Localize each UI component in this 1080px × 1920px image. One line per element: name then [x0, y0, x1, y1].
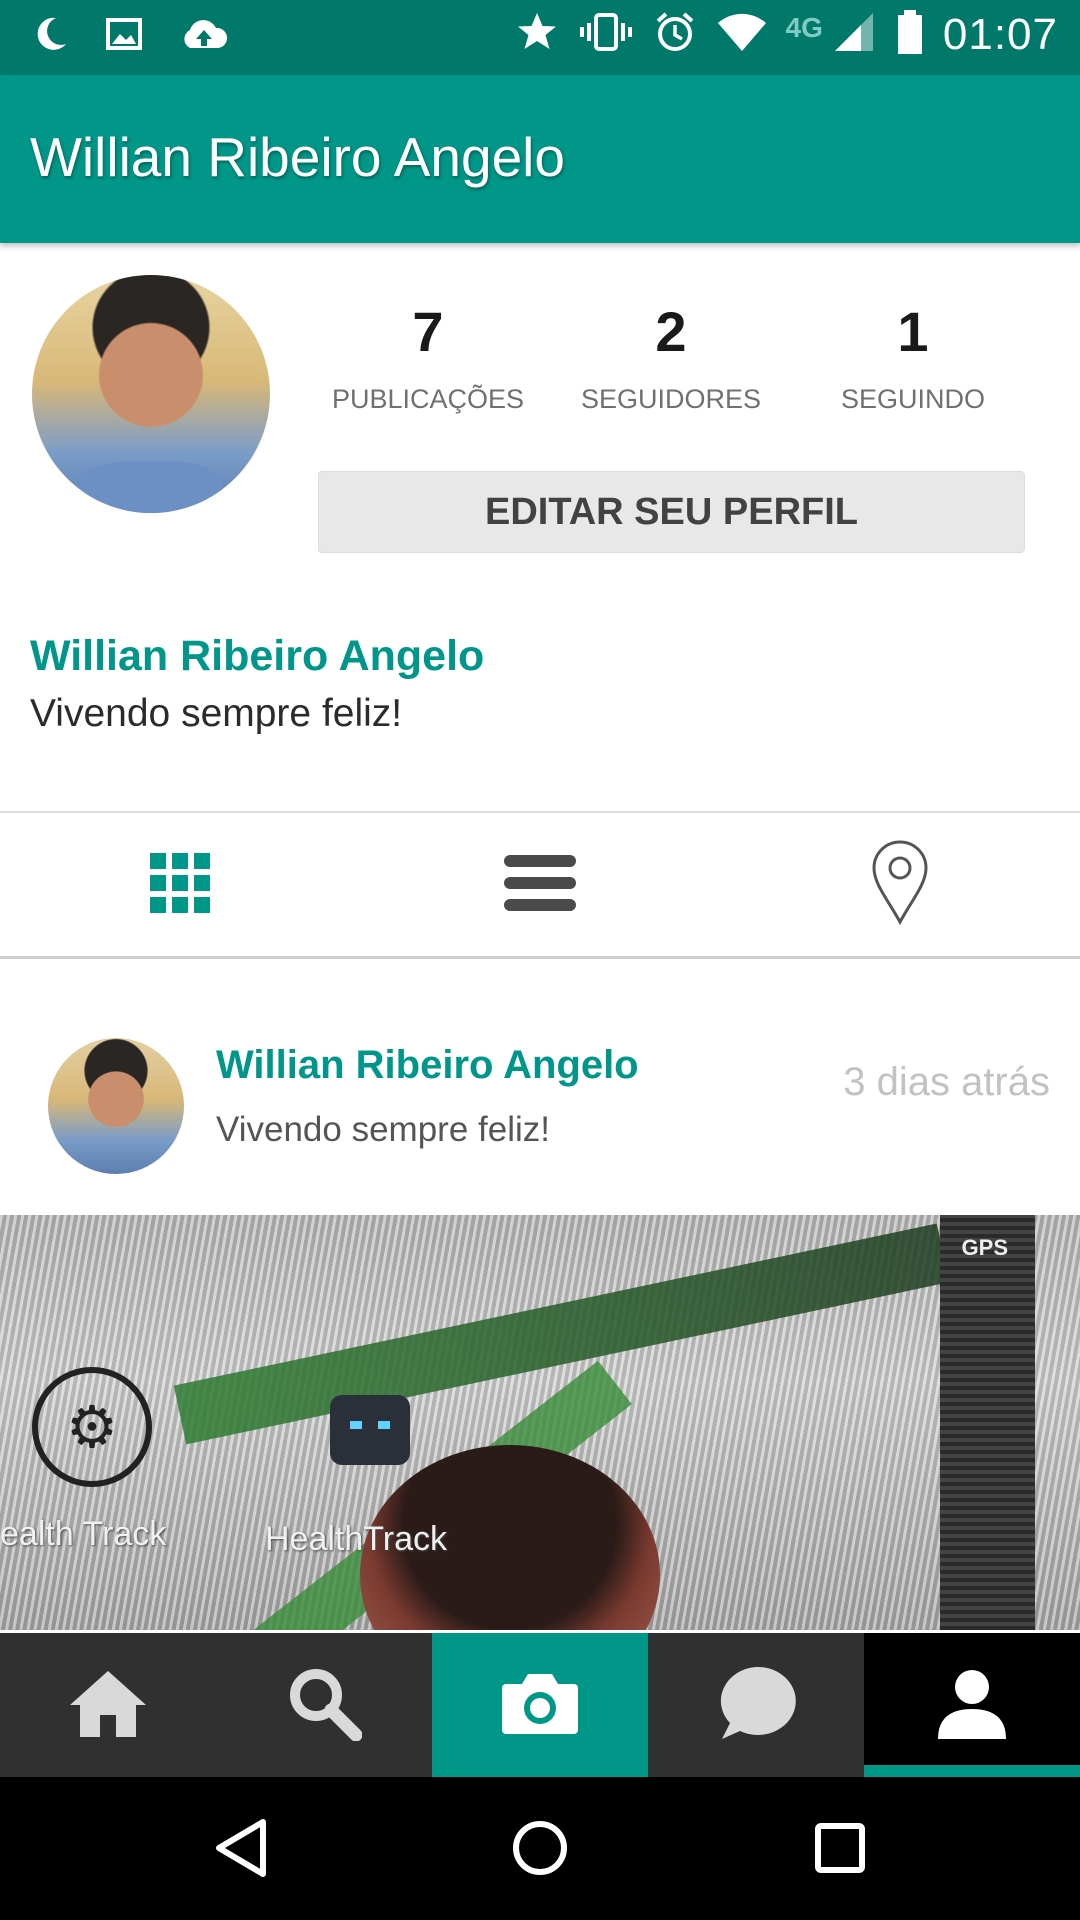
nav-search[interactable]: [216, 1633, 432, 1777]
tab-location-view[interactable]: [720, 813, 1080, 957]
app-bar: Willian Ribeiro Angelo: [0, 75, 1080, 243]
stat-following-count: 1: [897, 300, 929, 363]
stat-followers[interactable]: 2 SEGUIDORES: [561, 300, 781, 415]
robot-icon: [330, 1395, 410, 1465]
image-text-left: ealth Track: [0, 1515, 167, 1553]
camera-icon: [500, 1670, 580, 1741]
star-icon: [514, 9, 560, 60]
post-author-name[interactable]: Willian Ribeiro Angelo: [216, 1043, 639, 1088]
stat-publications[interactable]: 7 PUBLICAÇÕES: [318, 300, 538, 415]
recents-button[interactable]: [795, 1805, 885, 1895]
post-timestamp: 3 dias atrás: [843, 1060, 1050, 1104]
bottom-navigation: [0, 1633, 1080, 1777]
stat-followers-label: SEGUIDORES: [580, 384, 762, 414]
back-button[interactable]: [196, 1805, 286, 1895]
tab-list-view[interactable]: [360, 813, 720, 957]
list-icon: [502, 851, 578, 920]
view-tabs: [0, 813, 1080, 957]
stat-following-label: SEGUINDO: [840, 384, 986, 414]
nav-camera[interactable]: [432, 1633, 648, 1777]
image-gps-label: GPS: [961, 1235, 1008, 1260]
stat-publications-label: PUBLICAÇÕES: [331, 384, 525, 414]
grid-icon: [148, 851, 212, 920]
chat-bubble-icon: [716, 1665, 796, 1746]
back-triangle-icon: [211, 1816, 271, 1885]
person-icon: [934, 1665, 1010, 1746]
app-bar-title: Willian Ribeiro Angelo: [30, 126, 565, 188]
system-navigation-bar: [0, 1777, 1080, 1920]
profile-bio: Vivendo sempre feliz!: [30, 692, 403, 735]
home-icon: [68, 1667, 148, 1744]
stat-publications-count: 7: [412, 300, 444, 363]
nav-profile[interactable]: [864, 1633, 1080, 1777]
gear-icon: ⚙: [32, 1367, 152, 1487]
moon-icon: [30, 14, 70, 59]
nav-chat[interactable]: [648, 1633, 864, 1777]
vibrate-icon: [578, 9, 634, 60]
status-time: 01:07: [942, 9, 1058, 59]
location-pin-icon: [870, 840, 930, 931]
post-author-avatar[interactable]: [48, 1038, 184, 1174]
wifi-icon: [716, 9, 768, 60]
stat-following[interactable]: 1 SEGUINDO: [803, 300, 1023, 415]
tab-grid-view[interactable]: [0, 813, 360, 957]
profile-avatar[interactable]: [32, 275, 270, 513]
divider: [0, 956, 1080, 959]
home-button[interactable]: [495, 1805, 585, 1895]
home-circle-icon: [510, 1818, 570, 1883]
post-caption: Vivendo sempre feliz!: [216, 1110, 550, 1149]
network-type-label: 4G: [785, 11, 823, 43]
alarm-icon: [652, 9, 698, 60]
nav-home[interactable]: [0, 1633, 216, 1777]
signal-icon: [831, 9, 877, 60]
image-text-right: HealthTrack: [265, 1520, 448, 1558]
stat-followers-count: 2: [655, 300, 687, 363]
battery-icon: [895, 8, 925, 61]
post-image[interactable]: ⚙ ealth Track HealthTrack GPS: [0, 1215, 1080, 1630]
search-icon: [286, 1665, 363, 1746]
image-icon: [104, 14, 144, 59]
edit-profile-button[interactable]: EDITAR SEU PERFIL: [318, 471, 1025, 553]
profile-name: Willian Ribeiro Angelo: [30, 632, 485, 680]
recents-square-icon: [812, 1820, 868, 1881]
cloud-upload-icon: [178, 14, 230, 59]
status-bar: 4G 01:07: [0, 0, 1080, 75]
